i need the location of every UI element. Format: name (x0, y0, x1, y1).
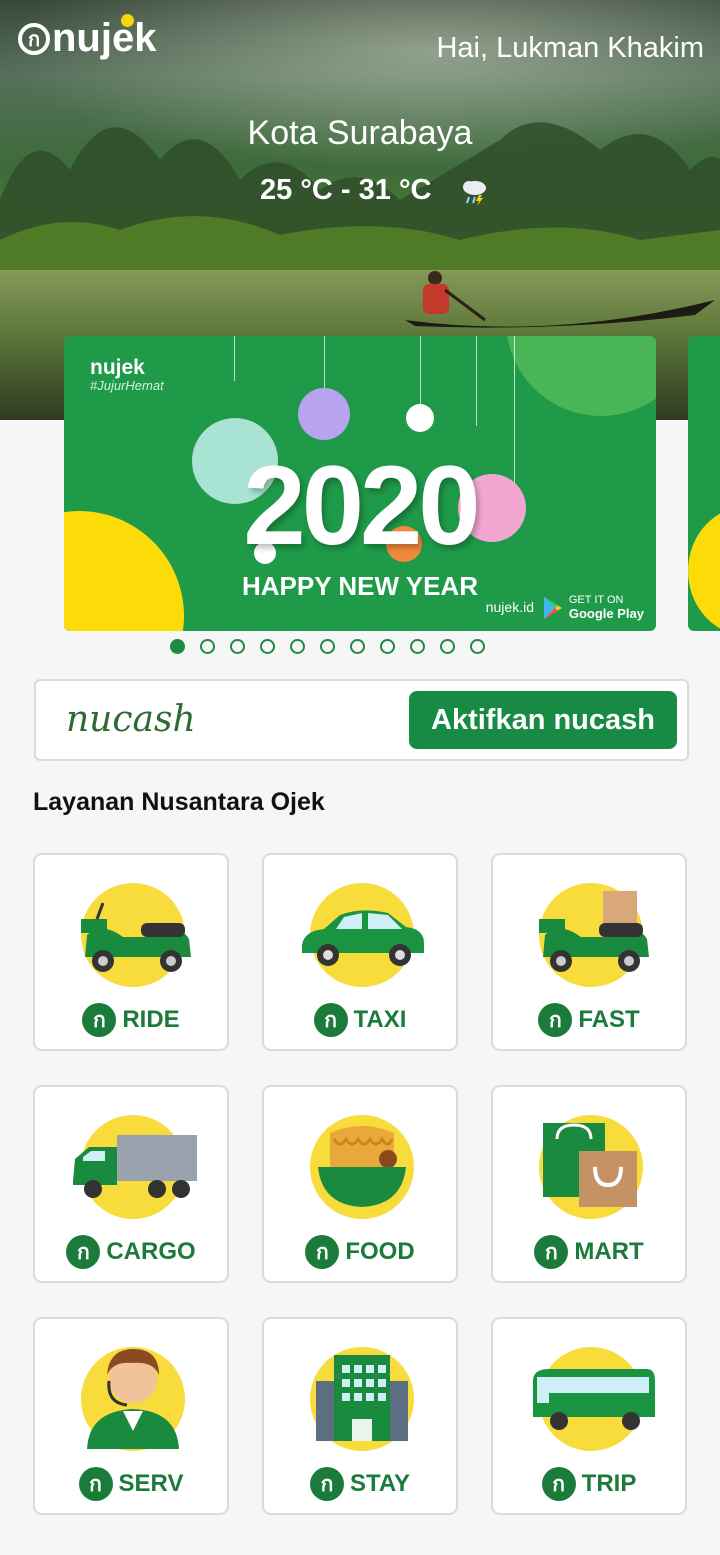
nujek-badge-icon: ก (305, 1235, 340, 1269)
truck-icon (73, 1135, 197, 1198)
service-serv[interactable]: ก SERV (33, 1317, 229, 1515)
service-food[interactable]: ก FOOD (262, 1085, 458, 1283)
service-label: FAST (578, 1006, 640, 1033)
bus-icon (533, 1369, 655, 1430)
user-greeting: Hai, Lukman Khakim (436, 32, 704, 64)
nucash-logo: nucash (66, 699, 196, 740)
nucash-card: nucash Aktifkan nucash (34, 679, 689, 761)
nujek-badge-icon: ก (82, 1003, 117, 1037)
nujek-badge-icon: ก (78, 1467, 113, 1501)
rain-cloud-icon (463, 180, 487, 206)
service-taxi[interactable]: ก TAXI (262, 853, 458, 1051)
shopping-bag-icon (543, 1123, 637, 1207)
service-label: STAY (349, 1470, 411, 1497)
service-label: CARGO (106, 1238, 196, 1265)
banner-site: nujek.id (485, 599, 534, 615)
banner-year: 2020 (243, 443, 480, 568)
service-ride[interactable]: ก RIDE (33, 853, 229, 1051)
service-label: MART (574, 1238, 644, 1265)
nujek-badge-icon: ก (541, 1467, 576, 1501)
google-play-icon (543, 596, 562, 619)
promo-banner[interactable]: nujek #JujurHemat 2020 HAPPY NEW YEAR nu… (64, 336, 656, 631)
temperature-range: 25 °C - 31 °C (260, 174, 491, 207)
temperature-text: 25 °C - 31 °C (260, 174, 432, 206)
city-name: Kota Surabaya (247, 114, 473, 152)
pagination-dot[interactable] (200, 639, 215, 654)
service-label: TAXI (353, 1006, 407, 1033)
pagination-dot[interactable] (230, 639, 245, 654)
service-label: FOOD (345, 1238, 415, 1265)
service-label: RIDE (122, 1006, 180, 1033)
nujek-badge-icon: ก (309, 1467, 344, 1501)
service-trip[interactable]: ก TRIP (491, 1317, 687, 1515)
logo-dot (121, 14, 134, 27)
store-name: Google Play (568, 606, 644, 621)
nujek-badge-icon: ก (538, 1003, 573, 1037)
brand-logo: ก nujek (18, 14, 156, 61)
service-cargo[interactable]: ก CARGO (33, 1085, 229, 1283)
service-stay[interactable]: ก STAY (262, 1317, 458, 1515)
service-mart[interactable]: ก MART (491, 1085, 687, 1283)
banner-brand: nujek (90, 356, 145, 379)
hotel-building-icon (316, 1355, 408, 1441)
pagination-dot[interactable] (290, 639, 305, 654)
nujek-badge-icon: ก (66, 1235, 101, 1269)
scooter-icon (81, 902, 191, 972)
banner-tagline: #JujurHemat (90, 378, 164, 393)
nujek-badge-icon: ก (313, 1003, 348, 1037)
next-banner-peek[interactable] (688, 336, 720, 631)
banner-decor-circle (506, 336, 656, 416)
google-play-badge: GET IT ON Google Play (542, 594, 644, 621)
nujek-badge-icon: ก (534, 1235, 569, 1269)
banner-pagination (170, 639, 485, 654)
car-icon (302, 910, 424, 966)
service-label: TRIP (581, 1470, 637, 1497)
service-fast[interactable]: ก FAST (491, 853, 687, 1051)
boat-icon (405, 271, 715, 328)
pagination-dot[interactable] (320, 639, 335, 654)
pagination-dot[interactable] (380, 639, 395, 654)
pagination-dot[interactable] (410, 639, 425, 654)
pagination-dot[interactable] (170, 639, 185, 654)
service-label: SERV (118, 1470, 184, 1497)
activate-nucash-button[interactable]: Aktifkan nucash (409, 691, 677, 749)
customer-service-icon (87, 1349, 179, 1449)
pagination-dot[interactable] (260, 639, 275, 654)
ornament-ball (406, 404, 434, 432)
pagination-dot[interactable] (440, 639, 455, 654)
scooter-delivery-icon (539, 891, 649, 972)
nujek-logo-icon: ก (18, 22, 50, 55)
services-title: Layanan Nusantara Ojek (33, 788, 325, 816)
ornament-ball (298, 388, 350, 440)
store-small-text: GET IT ON (568, 594, 624, 606)
noodle-bowl-icon (318, 1126, 406, 1207)
pagination-dot[interactable] (470, 639, 485, 654)
pagination-dot[interactable] (350, 639, 365, 654)
